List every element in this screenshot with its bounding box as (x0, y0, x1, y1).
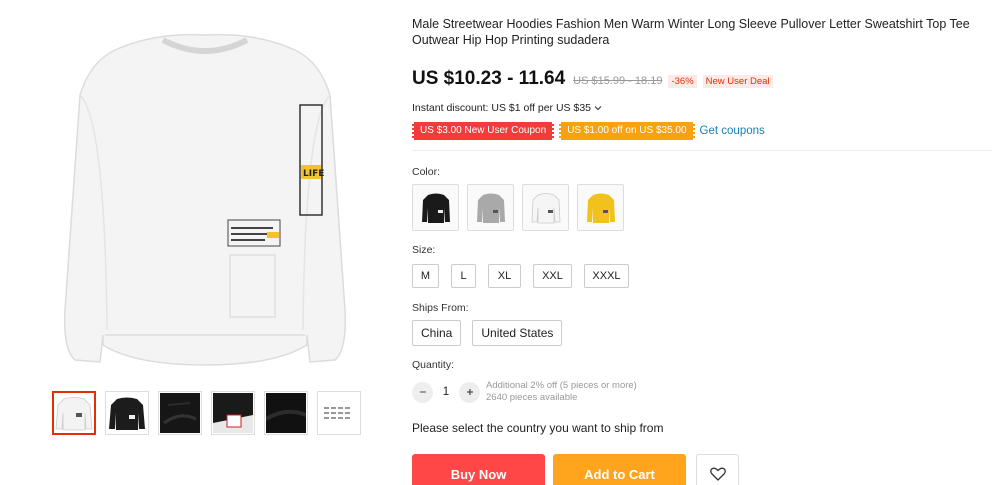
product-title: Male Streetwear Hoodies Fashion Men Warm… (412, 17, 970, 47)
thumbnail-strip (52, 391, 361, 435)
wishlist-button[interactable] (696, 454, 739, 485)
color-swatch-yellow[interactable] (577, 184, 624, 231)
decrease-quantity-button[interactable] (412, 381, 433, 403)
current-price: US $10.23 - 11.64 (412, 68, 566, 89)
heart-icon (709, 467, 726, 481)
color-swatch-black[interactable] (412, 184, 459, 231)
discount-badge: -36% (668, 75, 697, 88)
color-options (412, 184, 624, 231)
ship-country-message: Please select the country you want to sh… (412, 421, 664, 435)
stock-available-note: 2640 pieces available (486, 392, 578, 403)
size-option-xl[interactable]: XL (488, 264, 521, 288)
size-options: M L XL XXL XXXL (412, 264, 629, 288)
ships-from-label: Ships From: (412, 302, 469, 314)
instant-discount[interactable]: Instant discount: US $1 off per US $35 (412, 102, 602, 114)
size-option-xxxl[interactable]: XXXL (584, 264, 629, 288)
store-coupon[interactable]: US $1.00 off on US $35.00 (559, 122, 695, 140)
size-label: Size: (412, 244, 436, 256)
product-gallery: LIFE (0, 0, 400, 485)
quantity-value[interactable]: 1 (433, 386, 459, 398)
thumbnail-size-chart[interactable] (317, 391, 361, 435)
divider (412, 150, 992, 151)
thumbnail-print-detail[interactable] (211, 391, 255, 435)
chevron-down-icon (594, 106, 602, 111)
size-option-xxl[interactable]: XXL (533, 264, 572, 288)
thumbnail-black-fabric-detail[interactable] (158, 391, 202, 435)
instant-discount-text: Instant discount: US $1 off per US $35 (412, 102, 591, 114)
thumbnail-white-sweatshirt[interactable] (52, 391, 96, 435)
price-row: US $10.23 - 11.64 US $15.99 - 18.19 -36%… (412, 68, 773, 90)
color-swatch-gray[interactable] (467, 184, 514, 231)
plus-icon (466, 389, 473, 395)
ships-from-united-states[interactable]: United States (472, 320, 563, 346)
coupon-row: US $3.00 New User Coupon US $1.00 off on… (412, 122, 765, 140)
size-option-l[interactable]: L (451, 264, 476, 288)
get-coupons-link[interactable]: Get coupons (700, 125, 765, 137)
increase-quantity-button[interactable] (459, 381, 480, 403)
thumbnail-black-fabric-closeup[interactable] (264, 391, 308, 435)
product-info: Male Streetwear Hoodies Fashion Men Warm… (412, 0, 992, 485)
svg-text:LIFE: LIFE (303, 169, 324, 179)
quantity-stepper: 1 Additional 2% off (5 pieces or more) 2… (412, 380, 637, 404)
buy-now-button[interactable]: Buy Now (412, 454, 545, 485)
quantity-note: Additional 2% off (5 pieces or more) 264… (486, 380, 637, 404)
new-user-coupon[interactable]: US $3.00 New User Coupon (412, 122, 555, 140)
main-product-image[interactable]: LIFE (45, 10, 365, 375)
ships-from-china[interactable]: China (412, 320, 462, 346)
original-price: US $15.99 - 18.19 (573, 75, 663, 87)
ships-from-options: China United States (412, 320, 563, 346)
color-label: Color: (412, 166, 441, 178)
color-swatch-white[interactable] (522, 184, 569, 231)
add-to-cart-button[interactable]: Add to Cart (553, 454, 686, 485)
minus-icon (419, 391, 426, 393)
size-option-m[interactable]: M (412, 264, 439, 288)
quantity-label: Quantity: (412, 359, 455, 371)
bulk-discount-note: Additional 2% off (5 pieces or more) (486, 380, 637, 391)
new-user-deal-badge: New User Deal (702, 75, 773, 88)
thumbnail-black-sweatshirt[interactable] (105, 391, 149, 435)
